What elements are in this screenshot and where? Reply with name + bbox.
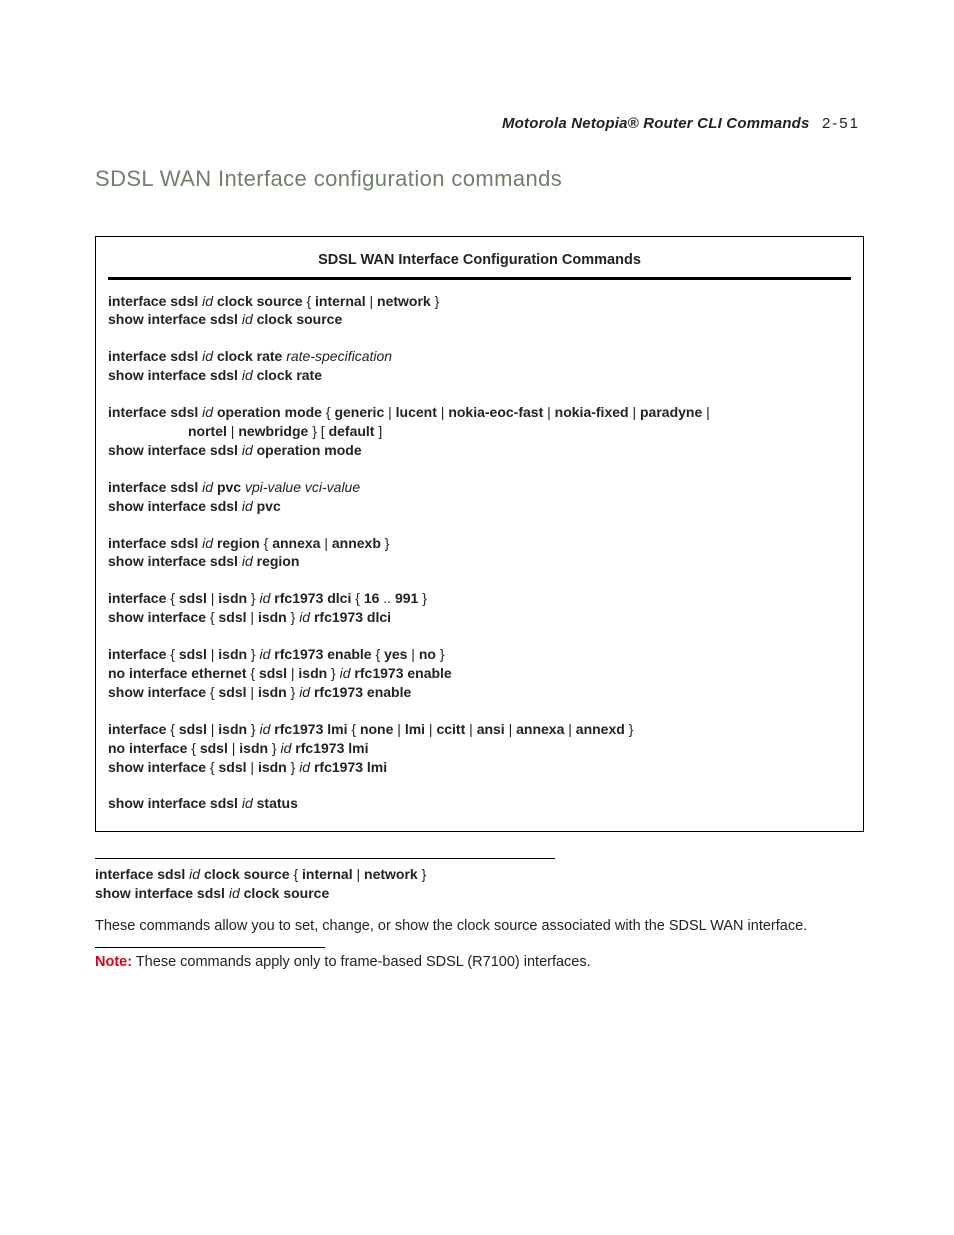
command-group: interface sdsl id operation mode { gener… (108, 403, 851, 460)
command-line: show interface sdsl id pvc (108, 497, 851, 516)
command-group: interface sdsl id pvc vpi-value vci-valu… (108, 478, 851, 516)
command-group: interface sdsl id clock rate rate-specif… (108, 347, 851, 385)
subsection-command-lines: interface sdsl id clock source { interna… (95, 865, 864, 903)
command-line: show interface { sdsl | isdn } id rfc197… (108, 683, 851, 702)
command-line: interface sdsl id region { annexa | anne… (108, 534, 851, 553)
note-rule (95, 947, 325, 948)
command-group: interface sdsl id region { annexa | anne… (108, 534, 851, 572)
command-group: interface sdsl id clock source { interna… (108, 292, 851, 330)
subsection-command-line: show interface sdsl id clock source (95, 884, 864, 903)
command-line: interface sdsl id operation mode { gener… (108, 403, 851, 422)
command-line: show interface sdsl id clock source (108, 310, 851, 329)
command-line: interface { sdsl | isdn } id rfc1973 dlc… (108, 589, 851, 608)
command-line: nortel | newbridge } [ default ] (108, 422, 851, 441)
command-line: show interface sdsl id clock rate (108, 366, 851, 385)
command-line: no interface { sdsl | isdn } id rfc1973 … (108, 739, 851, 758)
command-line: show interface { sdsl | isdn } id rfc197… (108, 758, 851, 777)
section-heading: SDSL WAN Interface configuration command… (95, 166, 864, 192)
command-line: show interface sdsl id region (108, 552, 851, 571)
command-line: interface { sdsl | isdn } id rfc1973 lmi… (108, 720, 851, 739)
command-line: show interface sdsl id operation mode (108, 441, 851, 460)
command-line: interface sdsl id clock rate rate-specif… (108, 347, 851, 366)
page-number: 2-51 (822, 115, 860, 132)
command-summary-box: SDSL WAN Interface Configuration Command… (95, 236, 864, 832)
command-line: show interface sdsl id status (108, 794, 851, 813)
command-line: interface { sdsl | isdn } id rfc1973 ena… (108, 645, 851, 664)
subsection-description: These commands allow you to set, change,… (95, 917, 864, 937)
running-head-title: Motorola Netopia® Router CLI Commands (502, 115, 810, 132)
subsection-rule (95, 858, 555, 859)
command-group: show interface sdsl id status (108, 794, 851, 813)
command-line: interface sdsl id pvc vpi-value vci-valu… (108, 478, 851, 497)
command-groups: interface sdsl id clock source { interna… (108, 292, 851, 814)
note-line: Note: These commands apply only to frame… (95, 954, 864, 970)
command-group: interface { sdsl | isdn } id rfc1973 dlc… (108, 589, 851, 627)
command-group: interface { sdsl | isdn } id rfc1973 lmi… (108, 720, 851, 777)
box-title-rule (108, 277, 851, 280)
box-title: SDSL WAN Interface Configuration Command… (108, 251, 851, 271)
command-group: interface { sdsl | isdn } id rfc1973 ena… (108, 645, 851, 702)
command-line: no interface ethernet { sdsl | isdn } id… (108, 664, 851, 683)
note-text: These commands apply only to frame-based… (132, 954, 591, 970)
command-line: show interface { sdsl | isdn } id rfc197… (108, 608, 851, 627)
command-line: interface sdsl id clock source { interna… (108, 292, 851, 311)
note-label: Note: (95, 954, 132, 970)
subsection-command-line: interface sdsl id clock source { interna… (95, 865, 864, 884)
running-header: Motorola Netopia® Router CLI Commands 2-… (95, 115, 864, 132)
